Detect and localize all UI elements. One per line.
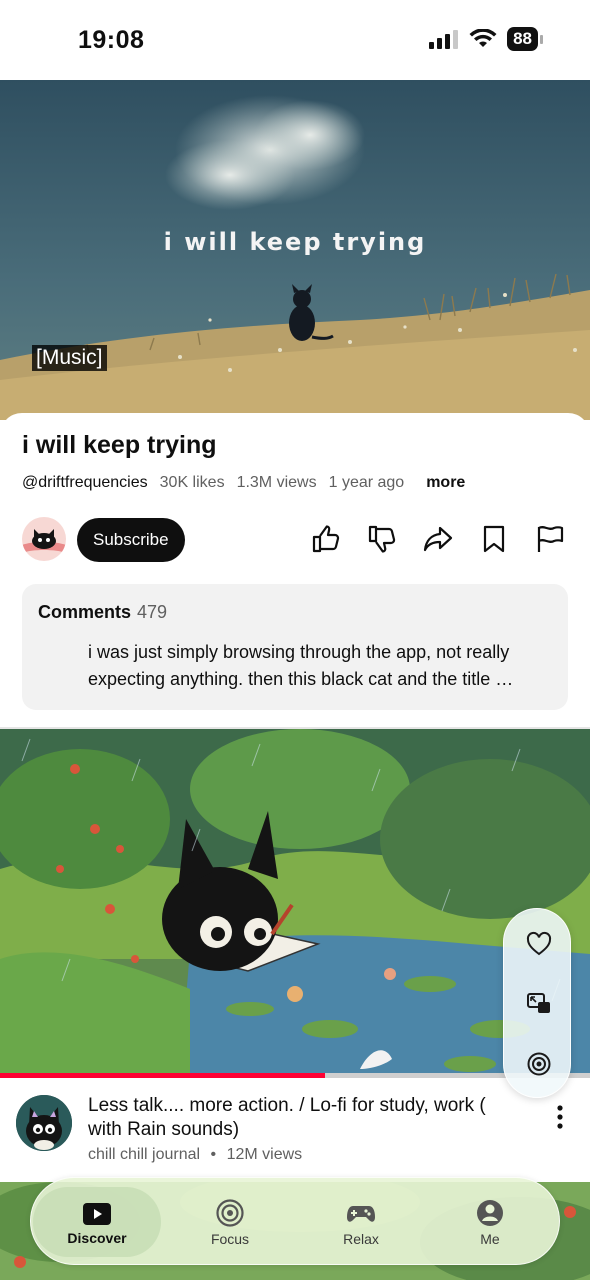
- more-button[interactable]: more: [426, 474, 465, 492]
- channel-avatar-image: [16, 1095, 72, 1151]
- next-video-illustration: [0, 729, 590, 1074]
- video-meta-row: @driftfrequencies 30K likes 1.3M views 1…: [22, 474, 465, 492]
- nav-label-discover: Discover: [67, 1230, 127, 1246]
- heart-icon[interactable]: [526, 931, 552, 957]
- comments-count: 479: [137, 602, 168, 622]
- bottom-navigation: Discover Focus Relax Me: [30, 1177, 560, 1265]
- channel-avatar-image: [22, 517, 66, 561]
- comments-label: Comments: [38, 602, 132, 622]
- closed-caption: [Music]: [32, 345, 107, 371]
- nav-relax[interactable]: Relax: [297, 1178, 425, 1266]
- view-count: 1.3M views: [236, 474, 317, 491]
- more-options-icon[interactable]: [554, 1104, 566, 1130]
- nav-label-relax: Relax: [343, 1231, 379, 1247]
- action-row: Subscribe: [22, 517, 568, 563]
- battery-indicator: 88: [507, 27, 543, 51]
- focus-target-icon[interactable]: [526, 1051, 552, 1077]
- report-icon[interactable]: [534, 523, 566, 555]
- next-video-channel-avatar[interactable]: [16, 1095, 72, 1151]
- like-icon[interactable]: [310, 523, 342, 555]
- play-icon: [83, 1203, 111, 1225]
- status-bar: 19:08 88: [0, 0, 590, 80]
- cellular-signal-icon: [429, 30, 459, 49]
- video-player[interactable]: i will keep trying [Music]: [0, 80, 590, 420]
- nav-me[interactable]: Me: [426, 1178, 554, 1266]
- save-icon[interactable]: [478, 523, 510, 555]
- wifi-icon: [469, 29, 497, 47]
- upload-age: 1 year ago: [328, 474, 405, 491]
- subscribe-button[interactable]: Subscribe: [77, 518, 185, 562]
- profile-icon: [477, 1200, 503, 1226]
- comments-section[interactable]: Comments 479 i was just simply browsing t…: [22, 584, 568, 710]
- nav-label-me: Me: [480, 1231, 500, 1247]
- comments-header: Comments 479: [38, 602, 167, 623]
- next-video-title[interactable]: Less talk.... more action. / Lo-fi for s…: [88, 1094, 508, 1142]
- channel-avatar[interactable]: [22, 517, 66, 561]
- gamepad-icon: [347, 1206, 375, 1222]
- dislike-icon[interactable]: [366, 523, 398, 555]
- nav-focus[interactable]: Focus: [166, 1178, 294, 1266]
- status-time: 19:08: [78, 26, 145, 54]
- status-indicators: 88: [429, 27, 543, 51]
- video-info-panel: i will keep trying @driftfrequencies 30K…: [0, 413, 590, 728]
- channel-handle[interactable]: @driftfrequencies: [22, 474, 148, 492]
- nav-label-focus: Focus: [210, 1231, 250, 1247]
- next-video-thumbnail[interactable]: [0, 729, 590, 1074]
- share-icon[interactable]: [422, 523, 454, 555]
- next-video-views: 12M views: [226, 1146, 303, 1163]
- comment-preview: i was just simply browsing through the a…: [88, 642, 514, 689]
- meta-separator: •: [210, 1146, 217, 1163]
- next-video-details[interactable]: Less talk.... more action. / Lo-fi for s…: [0, 1078, 590, 1182]
- next-video-channel[interactable]: chill chill journal: [88, 1146, 200, 1163]
- video-overlay-text: i will keep trying: [163, 228, 427, 256]
- picture-in-picture-icon[interactable]: [526, 991, 552, 1017]
- video-title: i will keep trying: [22, 431, 217, 459]
- floating-action-pill: [503, 908, 571, 1098]
- target-icon: [216, 1199, 244, 1227]
- like-count: 30K likes: [159, 474, 225, 491]
- next-video-meta: chill chill journal • 12M views: [88, 1146, 302, 1164]
- nav-discover[interactable]: Discover: [33, 1187, 161, 1257]
